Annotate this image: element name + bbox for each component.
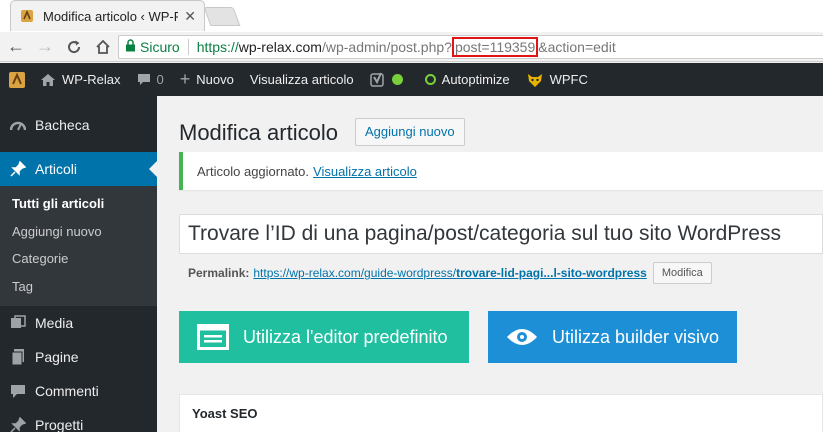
- permalink-slug: trovare-lid-pagi...l-sito-wordpress: [456, 266, 647, 280]
- back-icon[interactable]: ←: [3, 34, 29, 60]
- secure-label: Sicuro: [140, 39, 180, 55]
- tab-close-icon[interactable]: ✕: [184, 8, 196, 25]
- adminbar-autoptimize[interactable]: Autoptimize: [424, 72, 510, 87]
- adminbar-yoast[interactable]: [369, 72, 403, 88]
- visual-builder-button[interactable]: Utilizza builder visivo: [488, 311, 737, 363]
- adminbar-comments[interactable]: 0: [137, 72, 164, 87]
- site-logo-icon[interactable]: [6, 69, 28, 91]
- site-favicon-icon: [19, 8, 35, 24]
- home-icon[interactable]: [90, 34, 116, 60]
- wpfc-label: WPFC: [549, 72, 588, 87]
- permalink-row: Permalink: https://wp-relax.com/guide-wo…: [188, 262, 712, 284]
- permalink-link[interactable]: https://wp-relax.com/guide-wordpress/tro…: [253, 266, 646, 280]
- yoast-seo-title: Yoast SEO: [192, 406, 258, 421]
- adminbar-site[interactable]: WP-Relax: [40, 72, 121, 87]
- yoast-icon: [369, 72, 386, 88]
- url-scheme: https://: [196, 39, 239, 55]
- reload-icon[interactable]: [61, 34, 87, 60]
- browser-toolbar: ← → Sicuro https://wp-relax.com/wp-admin…: [0, 32, 823, 62]
- visual-builder-label: Utilizza builder visivo: [552, 326, 720, 347]
- sidebar-item-label: Bacheca: [35, 117, 90, 133]
- omnibox-separator: [187, 39, 189, 55]
- media-icon: [8, 315, 28, 331]
- lock-icon: [125, 39, 136, 55]
- address-bar[interactable]: Sicuro https://wp-relax.com/wp-admin/pos…: [118, 35, 823, 59]
- sidebar-item-media[interactable]: Media: [0, 306, 157, 340]
- tab-title: Modifica articolo ‹ WP-Re: [43, 8, 179, 24]
- submenu-tutti-gli-articoli[interactable]: Tutti gli articoli: [0, 190, 157, 218]
- wp-admin-bar: WP-Relax 0 + Nuovo Visualizza articolo A…: [0, 63, 823, 96]
- sidebar-item-progetti[interactable]: Progetti: [0, 408, 157, 432]
- add-new-button[interactable]: Aggiungi nuovo: [355, 118, 465, 146]
- autoptimize-status-icon: [424, 74, 436, 85]
- adminbar-view-post[interactable]: Visualizza articolo: [250, 72, 354, 87]
- plus-icon: +: [179, 69, 191, 89]
- browser-tab[interactable]: Modifica articolo ‹ WP-Re ✕: [10, 0, 205, 31]
- adminbar-new[interactable]: + Nuovo: [180, 69, 234, 90]
- permalink-label: Permalink:: [188, 266, 250, 280]
- dashboard-icon: [8, 118, 28, 132]
- sidebar-item-commenti[interactable]: Commenti: [0, 374, 157, 408]
- comment-bubble-icon: [137, 73, 151, 87]
- yoast-seo-box[interactable]: Yoast SEO: [179, 394, 823, 432]
- forward-icon[interactable]: →: [32, 34, 58, 60]
- eye-icon: [506, 327, 538, 347]
- adminbar-wpfc[interactable]: WPFC: [526, 72, 588, 88]
- seo-status-dot: [391, 74, 403, 85]
- url-host: wp-relax.com: [238, 39, 322, 55]
- sidebar-item-pagine[interactable]: Pagine: [0, 340, 157, 374]
- browser-tab-strip: Modifica articolo ‹ WP-Re ✕: [0, 0, 823, 32]
- home-icon: [40, 73, 56, 87]
- pages-icon: [8, 349, 28, 365]
- sidebar-item-label: Articoli: [35, 161, 78, 177]
- articoli-submenu: Tutti gli articoli Aggiungi nuovo Catego…: [0, 186, 157, 306]
- url-query-rest: &action=edit: [538, 39, 616, 55]
- url-post-id-highlight: post=119359: [451, 37, 539, 57]
- view-post-link[interactable]: Visualizza articolo: [313, 164, 417, 179]
- cheetah-icon: [526, 72, 544, 88]
- comments-icon: [8, 384, 28, 399]
- sidebar-item-bacheca[interactable]: Bacheca: [0, 108, 157, 142]
- autoptimize-label: Autoptimize: [441, 72, 510, 87]
- editor-window-icon: [197, 324, 229, 350]
- default-editor-label: Utilizza l'editor predefinito: [243, 326, 448, 347]
- pushpin-icon: [8, 417, 28, 432]
- new-tab-button[interactable]: [203, 7, 241, 26]
- admin-sidebar: Bacheca Articoli Tutti gli articoli Aggi…: [0, 96, 157, 432]
- sidebar-item-label: Pagine: [35, 349, 79, 365]
- adminbar-new-label: Nuovo: [196, 72, 234, 87]
- sidebar-item-label: Progetti: [35, 417, 84, 432]
- update-notice: Articolo aggiornato. Visualizza articolo: [179, 152, 823, 190]
- url-path: /wp-admin/post.php?: [321, 39, 452, 55]
- default-editor-button[interactable]: Utilizza l'editor predefinito: [179, 311, 469, 363]
- permalink-base: https://wp-relax.com/guide-wordpress/: [253, 266, 457, 280]
- adminbar-site-label: WP-Relax: [62, 72, 121, 87]
- notice-text: Articolo aggiornato.: [197, 163, 310, 179]
- sidebar-item-label: Media: [35, 315, 74, 331]
- submenu-categorie[interactable]: Categorie: [0, 245, 157, 273]
- post-title-input[interactable]: Trovare l’ID di una pagina/post/categori…: [179, 214, 823, 254]
- submenu-aggiungi-nuovo[interactable]: Aggiungi nuovo: [0, 218, 157, 246]
- main-content: Modifica articolo Aggiungi nuovo Articol…: [157, 96, 823, 432]
- sidebar-item-label: Commenti: [35, 383, 99, 399]
- pushpin-icon: [8, 161, 28, 177]
- submenu-tag[interactable]: Tag: [0, 273, 157, 301]
- page-title: Modifica articolo: [179, 120, 338, 145]
- comments-count: 0: [156, 72, 164, 87]
- sidebar-item-articoli[interactable]: Articoli: [0, 152, 157, 186]
- edit-permalink-button[interactable]: Modifica: [652, 262, 712, 284]
